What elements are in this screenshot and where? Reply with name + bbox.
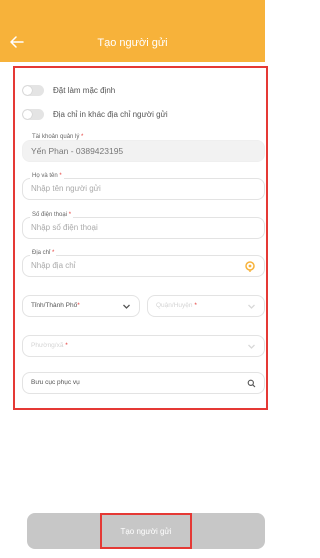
- submit-highlight: [100, 513, 192, 549]
- ward-select-label: Phường/xã *: [31, 342, 68, 349]
- page-title: Tạo người gửi: [97, 37, 168, 49]
- address-field-placeholder: Nhập địa chỉ: [31, 261, 76, 270]
- location-pin-icon[interactable]: [244, 260, 256, 272]
- print-address-toggle[interactable]: [22, 108, 44, 120]
- chevron-down-icon: [123, 304, 130, 309]
- phone-field-placeholder: Nhập số điện thoại: [31, 223, 98, 232]
- address-field[interactable]: Địa chỉ * Nhập địa chỉ: [22, 250, 265, 277]
- district-select-label: Quận/Huyện *: [156, 302, 197, 309]
- account-field[interactable]: Tài khoản quản lý * Yến Phan - 038942319…: [22, 134, 265, 162]
- account-field-label: Tài khoản quản lý *: [32, 134, 84, 140]
- default-toggle[interactable]: [22, 84, 44, 96]
- default-toggle-row[interactable]: Đặt làm mặc định: [22, 82, 115, 98]
- default-toggle-label: Đặt làm mặc định: [53, 85, 116, 95]
- name-field-label: Họ và tên *: [30, 173, 64, 179]
- post-office-search[interactable]: Bưu cục phục vụ: [22, 372, 265, 394]
- district-select[interactable]: Quận/Huyện *: [147, 295, 265, 317]
- search-icon[interactable]: [247, 379, 256, 388]
- print-address-toggle-row[interactable]: Địa chỉ in khác địa chỉ người gửi: [22, 106, 168, 122]
- post-office-label: Bưu cục phục vụ: [31, 379, 80, 386]
- ward-select[interactable]: Phường/xã *: [22, 335, 265, 357]
- phone-field-label: Số điện thoại *: [30, 212, 74, 218]
- chevron-down-icon: [248, 344, 255, 349]
- province-select-label: Tỉnh/Thành Phố*: [31, 302, 80, 309]
- province-select[interactable]: Tỉnh/Thành Phố*: [22, 295, 140, 317]
- address-field-label: Địa chỉ *: [30, 250, 57, 256]
- chevron-down-icon: [248, 304, 255, 309]
- account-field-value: Yến Phan - 0389423195: [31, 146, 124, 156]
- app-header: Tạo người gửi: [0, 0, 265, 62]
- phone-field[interactable]: Số điện thoại * Nhập số điện thoại: [22, 212, 265, 239]
- name-field-placeholder: Nhập tên người gửi: [31, 184, 101, 193]
- name-field[interactable]: Họ và tên * Nhập tên người gửi: [22, 173, 265, 200]
- print-address-toggle-label: Địa chỉ in khác địa chỉ người gửi: [53, 109, 168, 119]
